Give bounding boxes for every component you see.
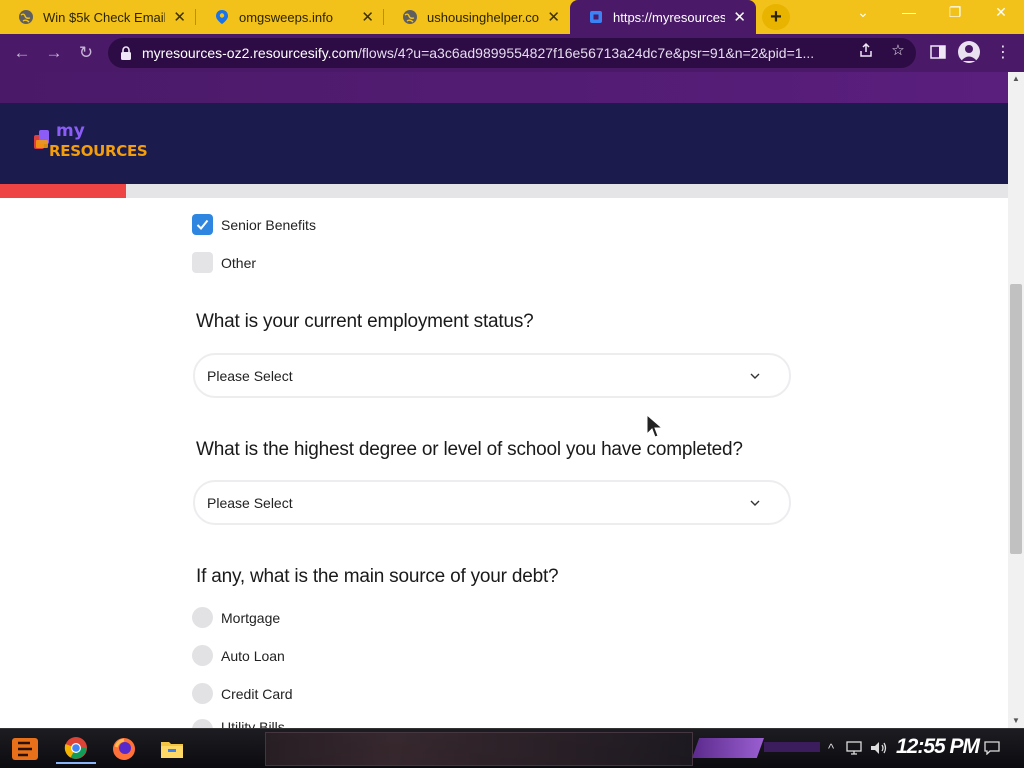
tab-title: Win $5k Check Email <box>43 9 166 25</box>
radio-icon[interactable] <box>192 607 213 628</box>
chevron-down-icon <box>749 369 761 381</box>
tray-expand-icon[interactable]: ^ <box>828 741 834 756</box>
forward-icon[interactable]: → <box>42 41 66 65</box>
taskbar: ^ 12:55 PM <box>0 728 1024 768</box>
employment-question: What is your current employment status? <box>196 311 534 332</box>
share-icon[interactable] <box>857 41 875 59</box>
scroll-thumb[interactable] <box>1010 284 1022 554</box>
checkbox-option-senior-benefits[interactable]: Senior Benefits <box>192 214 316 235</box>
back-icon[interactable]: ← <box>10 41 34 65</box>
tab-strip: Win $5k Check Email ✕ omgsweeps.info ✕ u… <box>0 0 1024 34</box>
close-tab-icon[interactable]: ✕ <box>361 8 374 26</box>
radio-label: Mortgage <box>221 609 281 626</box>
logo-word-resources: RESOURCES <box>49 142 148 160</box>
close-tab-icon[interactable]: ✕ <box>173 8 186 26</box>
tab-title: https://myresources- <box>613 9 726 25</box>
taskbar-decoration <box>692 738 764 758</box>
tab-search-icon[interactable]: ⌄ <box>848 4 878 21</box>
start-button[interactable] <box>8 734 42 764</box>
firefox-taskbar-icon[interactable] <box>104 734 144 764</box>
progress-fill <box>0 184 126 198</box>
checkbox-unchecked-icon[interactable] <box>192 252 213 273</box>
file-explorer-taskbar-icon[interactable] <box>152 734 192 764</box>
employment-select[interactable]: Please Select <box>193 353 791 398</box>
radio-icon[interactable] <box>192 719 213 728</box>
scroll-up-icon[interactable]: ▲ <box>1008 72 1024 86</box>
tab-title: ushousinghelper.com <box>427 9 540 25</box>
select-value: Please Select <box>207 494 293 511</box>
browser-tab-2[interactable]: omgsweeps.info ✕ <box>196 0 384 34</box>
tab-title: omgsweeps.info <box>239 9 333 25</box>
radio-option-credit-card[interactable]: Credit Card <box>192 683 293 704</box>
browser-tab-1[interactable]: Win $5k Check Email ✕ <box>0 0 196 34</box>
select-value: Please Select <box>207 367 293 384</box>
url-text: myresources-oz2.resourcesify.com/flows/4… <box>142 45 842 61</box>
radio-icon[interactable] <box>192 683 213 704</box>
site-logo[interactable]: my RESOURCES <box>32 121 152 165</box>
page-scrollbar[interactable]: ▲ ▼ <box>1008 72 1024 728</box>
map-pin-icon <box>214 9 230 25</box>
checkbox-label: Other <box>221 254 257 271</box>
reload-icon[interactable]: ↻ <box>74 41 98 65</box>
radio-option-mortgage[interactable]: Mortgage <box>192 607 280 628</box>
url-domain: myresources-oz2.resourcesify.com <box>142 45 359 61</box>
taskbar-clock[interactable]: 12:55 PM <box>896 735 980 759</box>
scroll-down-icon[interactable]: ▼ <box>1008 714 1024 728</box>
menu-kebab-icon[interactable]: ⋮ <box>992 41 1014 63</box>
logo-word-my: my <box>56 121 85 141</box>
education-select[interactable]: Please Select <box>193 480 791 525</box>
close-tab-icon[interactable]: ✕ <box>733 8 746 26</box>
close-window-icon[interactable]: ✕ <box>986 4 1016 21</box>
notifications-icon[interactable] <box>984 741 1000 758</box>
browser-toolbar: ← → ↻ myresources-oz2.resourcesify.com/f… <box>0 34 1024 72</box>
checkbox-label: Senior Benefits <box>221 216 316 233</box>
survey-form: Senior Benefits Other What is your curre… <box>0 198 1008 728</box>
site-header: my RESOURCES <box>0 103 1008 184</box>
education-question: What is the highest degree or level of s… <box>196 439 743 460</box>
globe-icon <box>402 9 418 25</box>
progress-bar <box>0 184 1008 198</box>
radio-option-utility-bills[interactable]: Utility Bills <box>192 719 285 728</box>
radio-label: Utility Bills <box>221 719 285 728</box>
debt-question: If any, what is the main source of your … <box>196 566 559 587</box>
new-tab-button[interactable]: + <box>762 4 790 30</box>
radio-option-auto-loan[interactable]: Auto Loan <box>192 645 285 666</box>
side-panel-icon[interactable] <box>927 41 949 63</box>
radio-icon[interactable] <box>192 645 213 666</box>
volume-icon[interactable] <box>870 741 888 758</box>
mouse-cursor-icon <box>646 413 664 440</box>
address-bar[interactable]: myresources-oz2.resourcesify.com/flows/4… <box>108 38 916 68</box>
minimize-icon[interactable]: — <box>894 4 924 20</box>
checkbox-checked-icon[interactable] <box>192 214 213 235</box>
browser-tab-4[interactable]: https://myresources- ✕ <box>570 0 756 34</box>
page-viewport: my RESOURCES Senior Benefits Other What … <box>0 72 1024 728</box>
checkbox-option-other[interactable]: Other <box>192 252 256 273</box>
chevron-down-icon <box>749 496 761 508</box>
network-icon[interactable] <box>846 741 862 758</box>
url-path: /flows/4?u=a3c6ad9899554827f16e56713a24d… <box>358 45 815 61</box>
avatar-icon <box>958 41 980 63</box>
bookmark-star-icon[interactable]: ☆ <box>889 41 907 59</box>
taskbar-decoration <box>764 742 820 752</box>
close-tab-icon[interactable]: ✕ <box>547 8 560 26</box>
lock-icon[interactable] <box>120 46 132 60</box>
radio-label: Credit Card <box>221 685 293 702</box>
profile-avatar[interactable] <box>958 41 980 63</box>
browser-tab-3[interactable]: ushousinghelper.com ✕ <box>384 0 570 34</box>
top-band <box>0 72 1008 103</box>
chrome-taskbar-icon[interactable] <box>56 734 96 764</box>
running-app-thumbnail[interactable] <box>265 732 693 766</box>
radio-label: Auto Loan <box>221 647 285 664</box>
globe-icon <box>18 9 34 25</box>
square-icon <box>588 9 604 25</box>
restore-icon[interactable]: ❐ <box>940 4 970 21</box>
